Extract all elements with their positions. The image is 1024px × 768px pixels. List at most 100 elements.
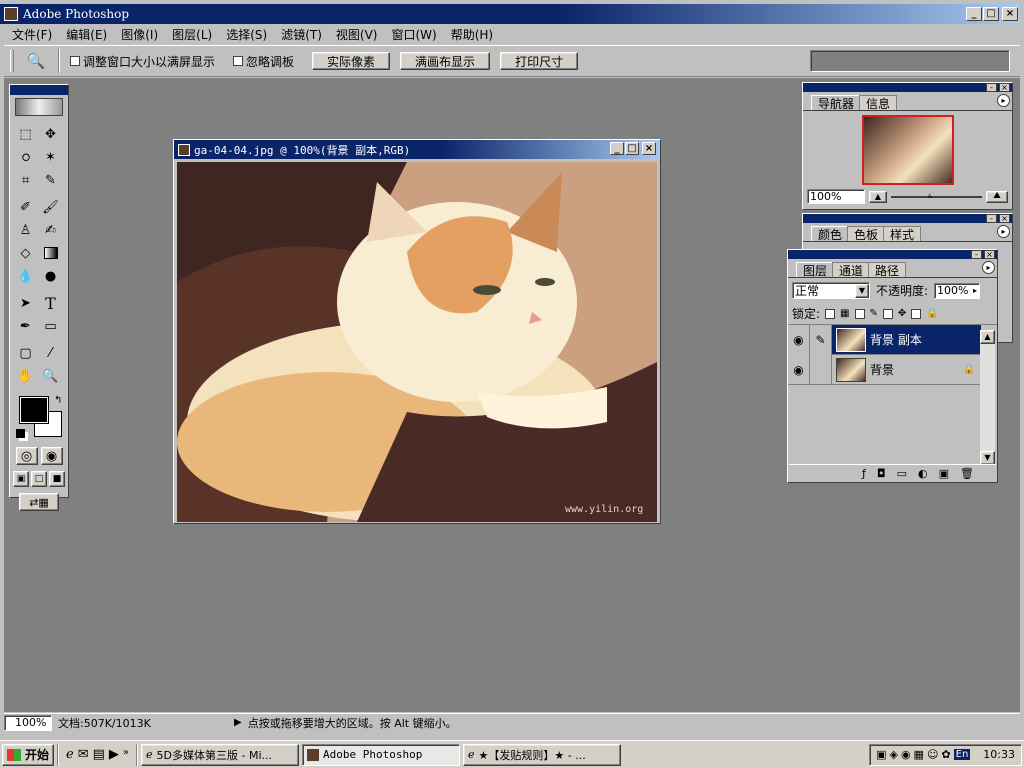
new-set-icon[interactable]: ▭ — [897, 467, 907, 480]
navigator-zoom-slider[interactable]: ▵ — [891, 191, 982, 201]
scroll-down-button[interactable]: ▼ — [980, 451, 995, 465]
ignore-palettes-checkbox[interactable] — [233, 56, 244, 66]
print-size-button[interactable]: 打印尺寸 — [500, 52, 579, 70]
status-zoom-field[interactable]: 100% — [4, 714, 52, 731]
move-tool-icon[interactable]: ✥ — [40, 123, 62, 145]
hand-tool-icon[interactable]: ✋ — [15, 365, 37, 387]
panel-menu-arrow-icon[interactable]: ▸ — [997, 94, 1010, 107]
minimize-button[interactable]: _ — [966, 7, 982, 21]
screen-mode-full-menu-icon[interactable]: □ — [31, 471, 47, 487]
navigator-zoom-field[interactable]: 100% — [807, 189, 865, 204]
burn-tool-icon[interactable]: ● — [40, 265, 62, 287]
close-button[interactable]: × — [1002, 7, 1018, 21]
more-icon[interactable]: » — [123, 747, 129, 762]
menu-help[interactable]: 帮助(H) — [451, 26, 493, 43]
layer-style-icon[interactable]: ƒ — [862, 467, 866, 480]
type-tool-icon[interactable]: T — [40, 292, 62, 314]
standard-mode-icon[interactable]: ◎ — [15, 447, 38, 465]
tray-icon-1[interactable]: ▣ — [876, 748, 886, 761]
color-panel-menu-icon[interactable]: ▸ — [997, 225, 1010, 238]
nav-close-button[interactable]: × — [999, 83, 1010, 92]
color-minimize-button[interactable]: - — [986, 214, 997, 223]
default-colors-icon[interactable] — [16, 429, 25, 438]
doc-close-button[interactable]: × — [642, 142, 656, 155]
canvas-image[interactable]: www.yilin.org — [177, 162, 657, 522]
lock-pixels-checkbox[interactable] — [854, 308, 865, 319]
tray-icon-5[interactable]: ✿ — [941, 748, 950, 761]
navigator-thumbnail[interactable] — [861, 115, 954, 185]
adobe-online-icon[interactable] — [15, 98, 63, 116]
eyedropper-tool-icon[interactable]: ⁄ — [40, 342, 62, 364]
crop-tool-icon[interactable]: ⌗ — [15, 169, 37, 191]
eraser-tool-icon[interactable]: ◇ — [15, 242, 37, 264]
lock-position-checkbox[interactable] — [882, 308, 893, 319]
chevron-down-icon[interactable]: ▼ — [855, 283, 869, 298]
slice-tool-icon[interactable]: ✎ — [40, 169, 62, 191]
layer-name[interactable]: 背景 副本 — [870, 331, 922, 348]
layer-row[interactable]: ◉ 背景 🔒 — [788, 354, 981, 385]
menu-edit[interactable]: 编辑(E) — [66, 26, 107, 43]
tab-layers[interactable]: 图层 — [796, 262, 835, 278]
fit-on-screen-button[interactable]: 满画布显示 — [400, 52, 491, 70]
layers-panel-menu-icon[interactable]: ▸ — [982, 261, 995, 274]
brush-tool-icon[interactable]: 🖌 — [40, 196, 62, 218]
eye-icon[interactable]: ◉ — [788, 324, 810, 355]
tab-navigator[interactable]: 导航器 — [811, 95, 862, 111]
maximize-button[interactable]: □ — [983, 7, 999, 21]
path-selection-icon[interactable]: ➤ — [15, 292, 37, 314]
shape-tool-icon[interactable]: ▭ — [40, 315, 62, 337]
marquee-tool-icon[interactable]: ⬚ — [15, 123, 37, 145]
media-player-icon[interactable]: ▶ — [109, 747, 119, 762]
desktop-icon[interactable]: ▤ — [93, 747, 105, 762]
ignore-palettes-option[interactable]: 忽略调板 — [233, 53, 294, 70]
gradient-tool-icon[interactable] — [40, 242, 62, 264]
nav-minimize-button[interactable]: - — [986, 83, 997, 92]
lock-all-checkbox[interactable] — [911, 308, 922, 319]
start-button[interactable]: 开始 — [2, 743, 54, 766]
status-menu-arrow-icon[interactable]: ▶ — [234, 717, 242, 728]
zoom-tool-icon[interactable]: 🔍 — [24, 50, 48, 72]
doc-maximize-button[interactable]: □ — [625, 142, 639, 155]
doc-minimize-button[interactable]: _ — [610, 142, 624, 155]
layers-minimize-button[interactable]: - — [971, 250, 982, 259]
layers-close-button[interactable]: × — [984, 250, 995, 259]
resize-windows-option[interactable]: 调整窗口大小以满屏显示 — [70, 53, 215, 70]
menu-view[interactable]: 视图(V) — [336, 26, 378, 43]
notes-tool-icon[interactable]: ▢ — [15, 342, 37, 364]
layer-name[interactable]: 背景 — [870, 361, 894, 378]
zoom-in-icon[interactable]: ⛰ — [986, 190, 1008, 203]
tab-channels[interactable]: 通道 — [832, 262, 871, 278]
healing-brush-icon[interactable]: ✐ — [15, 196, 37, 218]
palette-well[interactable] — [810, 50, 1010, 72]
screen-mode-full-icon[interactable]: ■ — [49, 471, 65, 487]
menu-select[interactable]: 选择(S) — [226, 26, 267, 43]
layers-scrollbar[interactable]: ▲ ▼ — [980, 330, 995, 465]
link-slot[interactable] — [810, 354, 832, 385]
magic-wand-tool-icon[interactable]: ✶ — [40, 146, 62, 168]
menu-image[interactable]: 图像(I) — [121, 26, 158, 43]
qq-icon[interactable]: ☺ — [927, 748, 938, 761]
taskbar-item[interactable]: ℯ ★【发贴规则】★ - ... — [463, 743, 622, 766]
new-layer-icon[interactable]: ▣ — [939, 467, 949, 480]
lock-transparency-checkbox[interactable] — [825, 308, 836, 319]
scroll-up-button[interactable]: ▲ — [980, 330, 995, 344]
menu-filter[interactable]: 滤镜(T) — [281, 26, 322, 43]
tray-icon-3[interactable]: ◉ — [901, 748, 911, 761]
blend-mode-select[interactable]: 正常 ▼ — [792, 282, 870, 299]
tray-icon-2[interactable]: ◈ — [889, 748, 897, 761]
blur-tool-icon[interactable]: 💧 — [15, 265, 37, 287]
foreground-color-swatch[interactable] — [19, 396, 49, 424]
tab-swatches[interactable]: 色板 — [847, 226, 886, 242]
eye-icon[interactable]: ◉ — [788, 354, 810, 385]
tab-paths[interactable]: 路径 — [868, 262, 907, 278]
swap-colors-icon[interactable]: ↰ — [54, 395, 62, 406]
language-indicator[interactable]: En — [953, 749, 971, 760]
opacity-arrow-icon[interactable]: ▸ — [973, 286, 979, 295]
screen-mode-standard-icon[interactable]: ▣ — [13, 471, 29, 487]
zoom-tool-icon[interactable]: 🔍 — [40, 365, 62, 387]
opacity-field[interactable]: 100% ▸ — [934, 282, 981, 299]
grip[interactable] — [10, 50, 14, 72]
quick-mask-icon[interactable]: ◉ — [40, 447, 63, 465]
taskbar-item-active[interactable]: Adobe Photoshop — [302, 743, 461, 766]
resize-windows-checkbox[interactable] — [70, 56, 80, 66]
